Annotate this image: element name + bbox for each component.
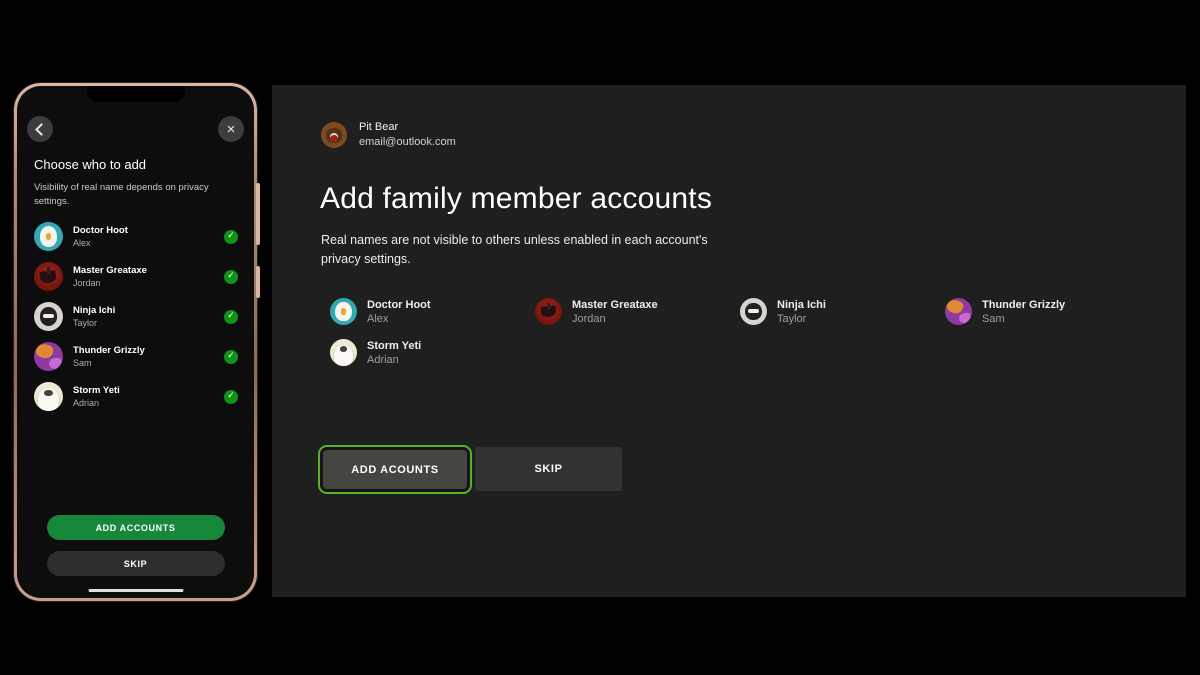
phone-member-row[interactable]: Master Greataxe Jordan ✓ bbox=[34, 262, 241, 291]
phone-volume-button bbox=[256, 183, 260, 245]
member-real-name: Taylor bbox=[777, 313, 826, 325]
phone-power-button bbox=[256, 266, 260, 298]
skip-button-phone[interactable]: SKIP bbox=[47, 551, 225, 576]
phone-notch bbox=[87, 86, 185, 102]
member-real-name: Sam bbox=[982, 313, 1065, 325]
member-avatar bbox=[330, 339, 357, 366]
family-member-item[interactable]: Master Greataxe Jordan bbox=[535, 298, 740, 325]
family-member-item[interactable]: Doctor Hoot Alex bbox=[330, 298, 535, 325]
member-avatar bbox=[740, 298, 767, 325]
member-gamertag: Ninja Ichi bbox=[777, 299, 826, 311]
phone-member-list: Doctor Hoot Alex ✓ Master Greataxe Jorda… bbox=[34, 222, 241, 411]
member-gamertag: Thunder Grizzly bbox=[982, 299, 1065, 311]
member-gamertag: Doctor Hoot bbox=[367, 299, 431, 311]
member-real-name: Alex bbox=[73, 238, 128, 248]
phone-page-title: Choose who to add bbox=[34, 157, 146, 172]
member-gamertag: Ninja Ichi bbox=[73, 305, 115, 316]
phone-member-row[interactable]: Doctor Hoot Alex ✓ bbox=[34, 222, 241, 251]
selected-check-icon[interactable]: ✓ bbox=[224, 270, 238, 284]
member-real-name: Jordan bbox=[73, 278, 147, 288]
member-real-name: Adrian bbox=[73, 398, 120, 408]
member-gamertag: Thunder Grizzly bbox=[73, 345, 145, 356]
profile-gamertag: Pit Bear bbox=[359, 121, 456, 133]
selected-check-icon[interactable]: ✓ bbox=[224, 310, 238, 324]
member-gamertag: Storm Yeti bbox=[73, 385, 120, 396]
member-avatar bbox=[330, 298, 357, 325]
add-accounts-button-phone[interactable]: ADD ACCOUNTS bbox=[47, 515, 225, 540]
phone-member-row[interactable]: Ninja Ichi Taylor ✓ bbox=[34, 302, 241, 331]
selected-check-icon[interactable]: ✓ bbox=[224, 350, 238, 364]
member-real-name: Jordan bbox=[572, 313, 658, 325]
add-accounts-button-label: ADD ACOUNTS bbox=[323, 450, 467, 489]
page-title: Add family member accounts bbox=[320, 181, 712, 217]
member-avatar bbox=[34, 342, 63, 371]
member-real-name: Sam bbox=[73, 358, 145, 368]
phone-device-frame: × Choose who to add Visibility of real n… bbox=[14, 83, 257, 601]
selected-check-icon[interactable]: ✓ bbox=[224, 230, 238, 244]
member-gamertag: Master Greataxe bbox=[572, 299, 658, 311]
back-button[interactable] bbox=[27, 116, 53, 142]
family-member-item[interactable]: Thunder Grizzly Sam bbox=[945, 298, 1150, 325]
profile-avatar bbox=[321, 122, 347, 148]
member-avatar bbox=[945, 298, 972, 325]
home-indicator[interactable] bbox=[88, 589, 183, 592]
console-panel: Pit Bear email@outlook.com Add family me… bbox=[272, 85, 1186, 597]
phone-page-subtitle: Visibility of real name depends on priva… bbox=[34, 181, 234, 210]
member-real-name: Adrian bbox=[367, 354, 421, 366]
member-avatar bbox=[34, 382, 63, 411]
member-gamertag: Doctor Hoot bbox=[73, 225, 128, 236]
member-gamertag: Master Greataxe bbox=[73, 265, 147, 276]
member-real-name: Taylor bbox=[73, 318, 115, 328]
close-button[interactable]: × bbox=[218, 116, 244, 142]
phone-member-row[interactable]: Storm Yeti Adrian ✓ bbox=[34, 382, 241, 411]
member-avatar bbox=[34, 302, 63, 331]
family-member-grid: Doctor Hoot Alex Master Greataxe Jordan … bbox=[330, 298, 1170, 366]
family-member-item[interactable]: Storm Yeti Adrian bbox=[330, 339, 535, 366]
profile-email: email@outlook.com bbox=[359, 136, 456, 148]
close-icon: × bbox=[227, 122, 236, 137]
phone-member-row[interactable]: Thunder Grizzly Sam ✓ bbox=[34, 342, 241, 371]
member-gamertag: Storm Yeti bbox=[367, 340, 421, 352]
signed-in-profile: Pit Bear email@outlook.com bbox=[321, 121, 456, 148]
member-avatar bbox=[34, 222, 63, 251]
family-member-item[interactable]: Ninja Ichi Taylor bbox=[740, 298, 945, 325]
page-subtitle: Real names are not visible to others unl… bbox=[321, 231, 721, 270]
chevron-left-icon bbox=[35, 123, 48, 136]
member-avatar bbox=[535, 298, 562, 325]
member-real-name: Alex bbox=[367, 313, 431, 325]
phone-screen: × Choose who to add Visibility of real n… bbox=[17, 86, 254, 598]
screenshot-stage: × Choose who to add Visibility of real n… bbox=[0, 0, 1200, 675]
add-accounts-button[interactable]: ADD ACOUNTS bbox=[318, 445, 472, 494]
selected-check-icon[interactable]: ✓ bbox=[224, 390, 238, 404]
member-avatar bbox=[34, 262, 63, 291]
skip-button[interactable]: SKIP bbox=[475, 447, 622, 491]
